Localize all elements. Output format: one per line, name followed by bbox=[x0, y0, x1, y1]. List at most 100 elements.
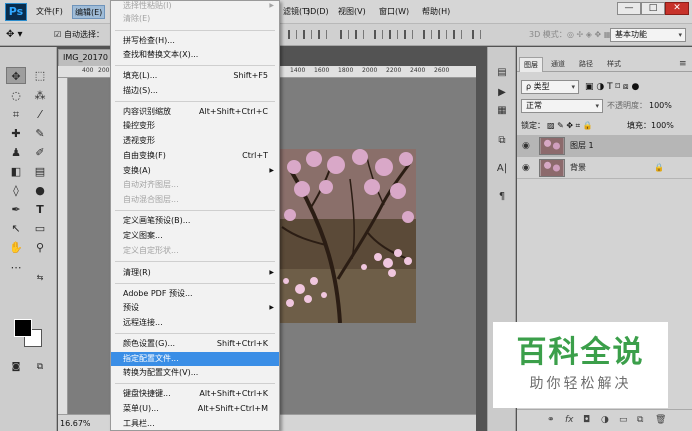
eyedropper-icon[interactable]: ⁄ bbox=[30, 106, 50, 123]
menu-free-transform[interactable]: 自由变换(F) Ctrl+T bbox=[111, 149, 279, 163]
hand-tool-icon[interactable]: ✋ bbox=[6, 239, 26, 256]
swap-colors-icon[interactable]: ⇆ bbox=[30, 269, 50, 286]
healing-brush-icon[interactable]: ✚ bbox=[6, 125, 26, 142]
menu-toolbar[interactable]: 工具栏... bbox=[111, 417, 279, 431]
menu-perspective-warp[interactable]: 透视变形 bbox=[111, 134, 279, 148]
zoom-level[interactable]: 16.67% bbox=[60, 418, 91, 429]
gradient-tool-icon[interactable]: ▤ bbox=[30, 163, 50, 180]
zoom-tool-icon[interactable]: ⚲ bbox=[30, 239, 50, 256]
history-brush-icon[interactable]: ✐ bbox=[30, 144, 50, 161]
tab-layers[interactable]: 图层 bbox=[519, 57, 543, 72]
tab-styles[interactable]: 样式 bbox=[603, 57, 625, 72]
add-mask-icon[interactable]: ◘ bbox=[583, 414, 590, 426]
auto-align-icon[interactable] bbox=[472, 30, 481, 39]
distribute-bottom-icon[interactable] bbox=[404, 30, 413, 39]
menu-help[interactable]: 帮助(H) bbox=[422, 5, 450, 19]
menu-puppet-warp[interactable]: 操控变形 bbox=[111, 119, 279, 133]
minimize-button[interactable]: — bbox=[617, 2, 641, 15]
menu-transform[interactable]: 变换(A) ▶ bbox=[111, 164, 279, 178]
align-top-icon[interactable] bbox=[340, 30, 349, 39]
menu-assign-profile[interactable]: 指定配置文件... bbox=[111, 352, 279, 366]
menu-clear[interactable]: 清除(E) bbox=[111, 12, 279, 26]
paragraph-panel-icon[interactable]: ¶ bbox=[493, 189, 511, 205]
magic-wand-icon[interactable]: ⁂ bbox=[30, 87, 50, 104]
tab-paths[interactable]: 路径 bbox=[575, 57, 597, 72]
lasso-tool-icon[interactable]: ◌ bbox=[6, 87, 26, 104]
distribute-right-icon[interactable] bbox=[453, 30, 462, 39]
crop-tool-icon[interactable]: ⌗ bbox=[6, 106, 26, 123]
new-group-icon[interactable]: ▭ bbox=[619, 414, 628, 426]
actions-panel-icon[interactable]: ▶ bbox=[493, 85, 511, 101]
align-right-icon[interactable] bbox=[318, 30, 327, 39]
properties-panel-icon[interactable]: ▦ bbox=[493, 103, 511, 119]
close-button[interactable]: ✕ bbox=[665, 2, 689, 15]
align-middle-icon[interactable] bbox=[355, 30, 364, 39]
move-tool-icon[interactable]: ✥ bbox=[6, 67, 26, 84]
menu-pdf-presets[interactable]: Adobe PDF 预设... bbox=[111, 287, 279, 301]
menu-content-aware-scale[interactable]: 内容识别缩放 Alt+Shift+Ctrl+C bbox=[111, 105, 279, 119]
pen-tool-icon[interactable]: ✒ bbox=[6, 201, 26, 218]
shape-tool-icon[interactable]: ▭ bbox=[30, 220, 50, 237]
distribute-left-icon[interactable] bbox=[423, 30, 432, 39]
distribute-center-icon[interactable] bbox=[438, 30, 447, 39]
align-center-icon[interactable] bbox=[303, 30, 312, 39]
menu-find-replace[interactable]: 查找和替换文本(X)... bbox=[111, 48, 279, 62]
lock-icons[interactable]: ▨ ✎ ✥ ⌗ 🔒 bbox=[547, 120, 593, 132]
menu-fill[interactable]: 填充(L)... Shift+F5 bbox=[111, 69, 279, 83]
dodge-tool-icon[interactable]: ● bbox=[30, 182, 50, 199]
menu-presets[interactable]: 预设 ▶ bbox=[111, 301, 279, 315]
clone-source-icon[interactable]: ⧉ bbox=[493, 133, 511, 149]
opacity-value[interactable]: 100% bbox=[649, 100, 672, 112]
tab-channels[interactable]: 通道 bbox=[547, 57, 569, 72]
menu-remote-connections[interactable]: 远程连接... bbox=[111, 316, 279, 330]
menu-window[interactable]: 窗口(W) bbox=[379, 5, 409, 19]
menu-auto-align-layers[interactable]: 自动对齐图层... bbox=[111, 178, 279, 192]
layer-row[interactable]: ◉ 图层 1 bbox=[517, 135, 692, 157]
menu-check-spelling[interactable]: 拼写检查(H)... bbox=[111, 34, 279, 48]
more-tools-icon[interactable]: ⋯ bbox=[6, 259, 26, 276]
menu-stroke[interactable]: 描边(S)... bbox=[111, 84, 279, 98]
blur-tool-icon[interactable]: ◊ bbox=[6, 182, 26, 199]
maximize-button[interactable]: □ bbox=[641, 2, 665, 15]
clone-stamp-icon[interactable]: ♟ bbox=[6, 144, 26, 161]
foreground-color-swatch[interactable] bbox=[14, 319, 32, 337]
menu-define-pattern[interactable]: 定义图案... bbox=[111, 229, 279, 243]
distribute-top-icon[interactable] bbox=[374, 30, 383, 39]
brush-tool-icon[interactable]: ✎ bbox=[30, 125, 50, 142]
link-layers-icon[interactable]: ⚭ bbox=[547, 414, 555, 426]
auto-select-checkbox[interactable]: ☑ bbox=[54, 29, 61, 41]
move-tool-preset-icon[interactable]: ✥ ▾ bbox=[6, 29, 23, 41]
menu-purge[interactable]: 清理(R) ▶ bbox=[111, 266, 279, 280]
menu-color-settings[interactable]: 颜色设置(G)... Shift+Ctrl+K bbox=[111, 337, 279, 351]
menu-convert-to-profile[interactable]: 转换为配置文件(V)... bbox=[111, 366, 279, 380]
menu-menus[interactable]: 菜单(U)... Alt+Shift+Ctrl+M bbox=[111, 402, 279, 416]
menu-3d[interactable]: 3D(D) bbox=[305, 5, 329, 19]
marquee-tool-icon[interactable]: ⬚ bbox=[30, 67, 50, 84]
menu-auto-blend-layers[interactable]: 自动混合图层... bbox=[111, 193, 279, 207]
visibility-eye-icon[interactable]: ◉ bbox=[522, 162, 530, 174]
layer-filter-icons[interactable]: ▣ ◑ T ⌑ ⧈ ● bbox=[585, 81, 639, 93]
fill-value[interactable]: 100% bbox=[651, 120, 674, 132]
quick-mask-icon[interactable]: ◙ bbox=[6, 359, 26, 376]
trash-icon[interactable]: 🗑 bbox=[655, 414, 666, 426]
layer-filter-select[interactable]: ρ 类型 bbox=[521, 80, 579, 94]
adjustment-layer-icon[interactable]: ◑ bbox=[601, 414, 609, 426]
new-layer-icon[interactable]: ⧉ bbox=[637, 414, 643, 426]
screen-mode-icon[interactable]: ⧉ bbox=[30, 359, 50, 376]
menu-keyboard-shortcuts[interactable]: 键盘快捷键... Alt+Shift+Ctrl+K bbox=[111, 387, 279, 401]
fx-icon[interactable]: fx bbox=[565, 414, 574, 426]
align-left-icon[interactable] bbox=[288, 30, 297, 39]
eraser-tool-icon[interactable]: ◧ bbox=[6, 163, 26, 180]
path-select-icon[interactable]: ↖ bbox=[6, 220, 26, 237]
menu-view[interactable]: 视图(V) bbox=[338, 5, 366, 19]
workspace-select[interactable]: 基本功能 bbox=[610, 28, 686, 42]
history-panel-icon[interactable]: ▤ bbox=[493, 65, 511, 81]
menu-define-brush[interactable]: 定义画笔预设(B)... bbox=[111, 214, 279, 228]
blend-mode-select[interactable]: 正常 bbox=[521, 99, 603, 113]
visibility-eye-icon[interactable]: ◉ bbox=[522, 140, 530, 152]
menu-edit[interactable]: 编辑(E) bbox=[72, 5, 106, 19]
character-panel-icon[interactable]: A| bbox=[493, 161, 511, 177]
type-tool-icon[interactable]: T bbox=[30, 201, 50, 218]
document-tab[interactable]: IMG_20170 bbox=[58, 49, 118, 66]
panel-menu-icon[interactable]: ≡ bbox=[675, 57, 691, 72]
